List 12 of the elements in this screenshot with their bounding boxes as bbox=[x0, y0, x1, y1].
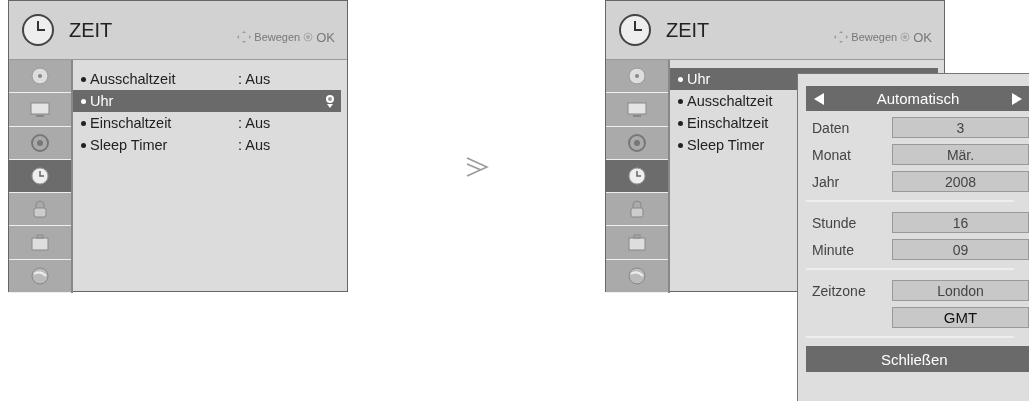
field-label: Daten bbox=[811, 119, 851, 136]
field-label: Zeitzone bbox=[811, 282, 867, 299]
hint-text: OK bbox=[316, 29, 335, 45]
field-label: Monat bbox=[811, 146, 852, 163]
menu-title: ZEIT bbox=[69, 18, 113, 42]
field-label: Stunde bbox=[811, 214, 858, 231]
field-label: Jahr bbox=[811, 173, 841, 190]
hint-text: Bewegen bbox=[851, 31, 898, 43]
field-label: Minute bbox=[811, 241, 856, 258]
hint-text: Bewegen bbox=[254, 31, 301, 43]
menu-title: ZEIT bbox=[666, 18, 710, 42]
hint-text: OK bbox=[913, 29, 932, 45]
